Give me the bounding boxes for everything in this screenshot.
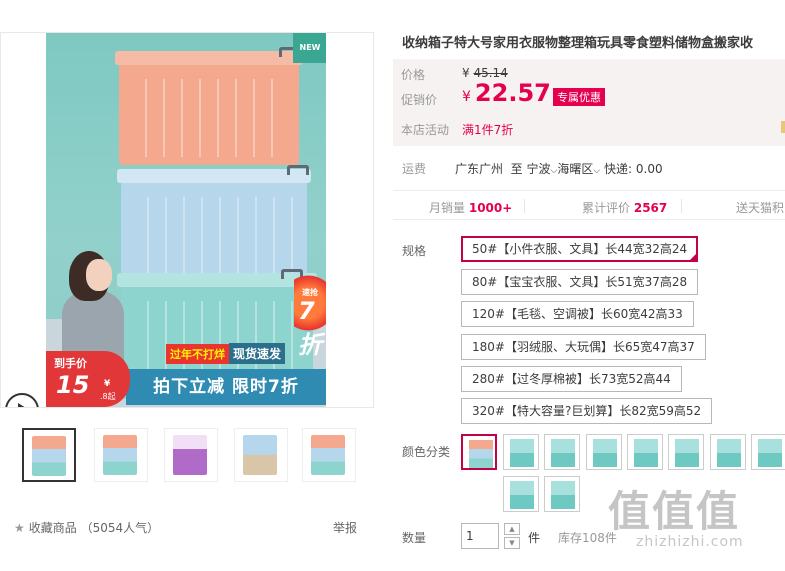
activity-label: 本店活动 [401, 123, 450, 137]
monthly-sales: 月销量 1000+ [429, 201, 513, 215]
product-title: 收纳箱子特大号家用衣服物整理箱玩具零食塑料储物盒搬家收 [402, 36, 754, 50]
spec-option[interactable]: 280#【过冬厚棉被】长73宽52高44 [461, 366, 682, 392]
color-swatch[interactable] [503, 434, 539, 470]
spec-option[interactable]: 320#【特大容量?巨划算】长82宽59高52 [461, 398, 713, 424]
favorite-count: （5054人气） [80, 521, 160, 535]
color-swatch[interactable] [503, 476, 539, 512]
color-swatch[interactable] [461, 434, 497, 470]
district-selector[interactable]: 海曙区⌵ [557, 162, 600, 176]
video-play-icon[interactable] [5, 393, 39, 407]
price-label: 价格 [401, 68, 426, 82]
color-swatch[interactable] [627, 434, 663, 470]
color-swatch[interactable] [544, 434, 580, 470]
promo-price: ¥22.57 [462, 79, 551, 107]
price-badge-yen: ¥ [104, 379, 111, 389]
panel-edge-marker [781, 121, 785, 133]
image-person-face [86, 259, 112, 291]
color-swatch[interactable] [668, 434, 704, 470]
price-badge-label: 到手价 [54, 357, 87, 370]
quantity-label: 数量 [402, 531, 427, 545]
shipping-from: 广东广州 [455, 162, 504, 176]
sales-stats: 月销量 1000+ 累计评价 2567 送天猫积 [393, 190, 785, 220]
banner-top-right: 现货速发 [229, 343, 286, 364]
site-watermark: 值值值 zhizhizhi.com [608, 490, 778, 560]
spec-option[interactable]: 180#【羽绒服、大玩偶】长65宽47高37 [461, 334, 706, 360]
image-box-pink [115, 47, 303, 165]
watermark-big: 值值值 [608, 487, 741, 536]
price-panel: 价格 ¥ 45.14 促销价 ¥22.57 专属优惠 本店活动 满1件7折 [393, 59, 785, 146]
watermark-small: zhizhizhi.com [636, 534, 744, 550]
thumbnail[interactable] [164, 428, 218, 482]
spec-option[interactable]: 120#【毛毯、空调被】长60宽42高33 [461, 301, 694, 327]
color-swatch[interactable] [710, 434, 746, 470]
tmall-points: 送天猫积 [736, 201, 785, 215]
chevron-down-icon: ⌵ [593, 166, 601, 176]
total-reviews[interactable]: 累计评价 2567 [582, 199, 667, 216]
favorite-button[interactable]: ★ 收藏商品 （5054人气） [14, 519, 159, 536]
star-icon: ★ [14, 521, 25, 535]
quantity-increase-icon[interactable]: ▲ [504, 523, 520, 535]
promo-tag-badge[interactable]: 专属优惠 [553, 88, 605, 106]
spec-option[interactable]: 80#【宝宝衣服、文具】长51宽37高28 [461, 269, 699, 295]
quantity-input[interactable] [461, 523, 499, 549]
price-badge-decimal: .8起 [100, 392, 116, 401]
spec-label: 规格 [402, 244, 427, 258]
color-label: 颜色分类 [402, 445, 451, 459]
image-banner-bottom: 拍下立减 限时7折 [126, 369, 326, 405]
shipping-fee: 快递: 0.00 [604, 162, 663, 176]
city-selector[interactable]: 宁波⌵ [527, 162, 558, 176]
quantity-decrease-icon[interactable]: ▼ [504, 537, 520, 549]
image-price-badge: 到手价 15 ¥ .8起 [46, 351, 130, 407]
shipping-to-word: 至 [510, 162, 523, 176]
report-link[interactable]: 举报 [333, 519, 357, 536]
stat-divider [524, 199, 525, 213]
thumbnail-strip [22, 428, 372, 484]
color-swatch[interactable] [586, 434, 622, 470]
price-badge-amount: 15 [56, 371, 90, 399]
new-tag: NEW [293, 33, 326, 63]
stat-divider [681, 199, 682, 213]
thumbnail[interactable] [94, 428, 148, 482]
quantity-unit: 件 [528, 531, 541, 545]
shipping-label: 运费 [402, 162, 427, 176]
original-price: ¥ 45.14 [462, 66, 508, 80]
activity-text[interactable]: 满1件7折 [462, 121, 513, 138]
color-swatch[interactable] [751, 434, 785, 470]
promo-price-label: 促销价 [401, 93, 438, 107]
thumbnail[interactable] [22, 428, 76, 482]
color-swatch[interactable] [544, 476, 580, 512]
main-image-frame: NEW 速抢 7折 过年不打烊 现货速发 拍下立减 限时7折 到手价 15 ¥ .… [0, 32, 374, 408]
banner-top-left: 过年不打烊 [166, 344, 229, 364]
thumbnail[interactable] [302, 428, 356, 482]
image-banner-top: 过年不打烊 现货速发 [166, 343, 326, 365]
promo-flame-badge: 速抢 7折 [294, 271, 326, 359]
spec-option[interactable]: 50#【小件衣服、文具】长44宽32高24 [461, 236, 699, 262]
thumbnail[interactable] [234, 428, 288, 482]
shipping-info: 广东广州 至 宁波⌵海曙区⌵ 快递: 0.00 [455, 160, 663, 177]
favorite-label: 收藏商品 [28, 521, 77, 535]
